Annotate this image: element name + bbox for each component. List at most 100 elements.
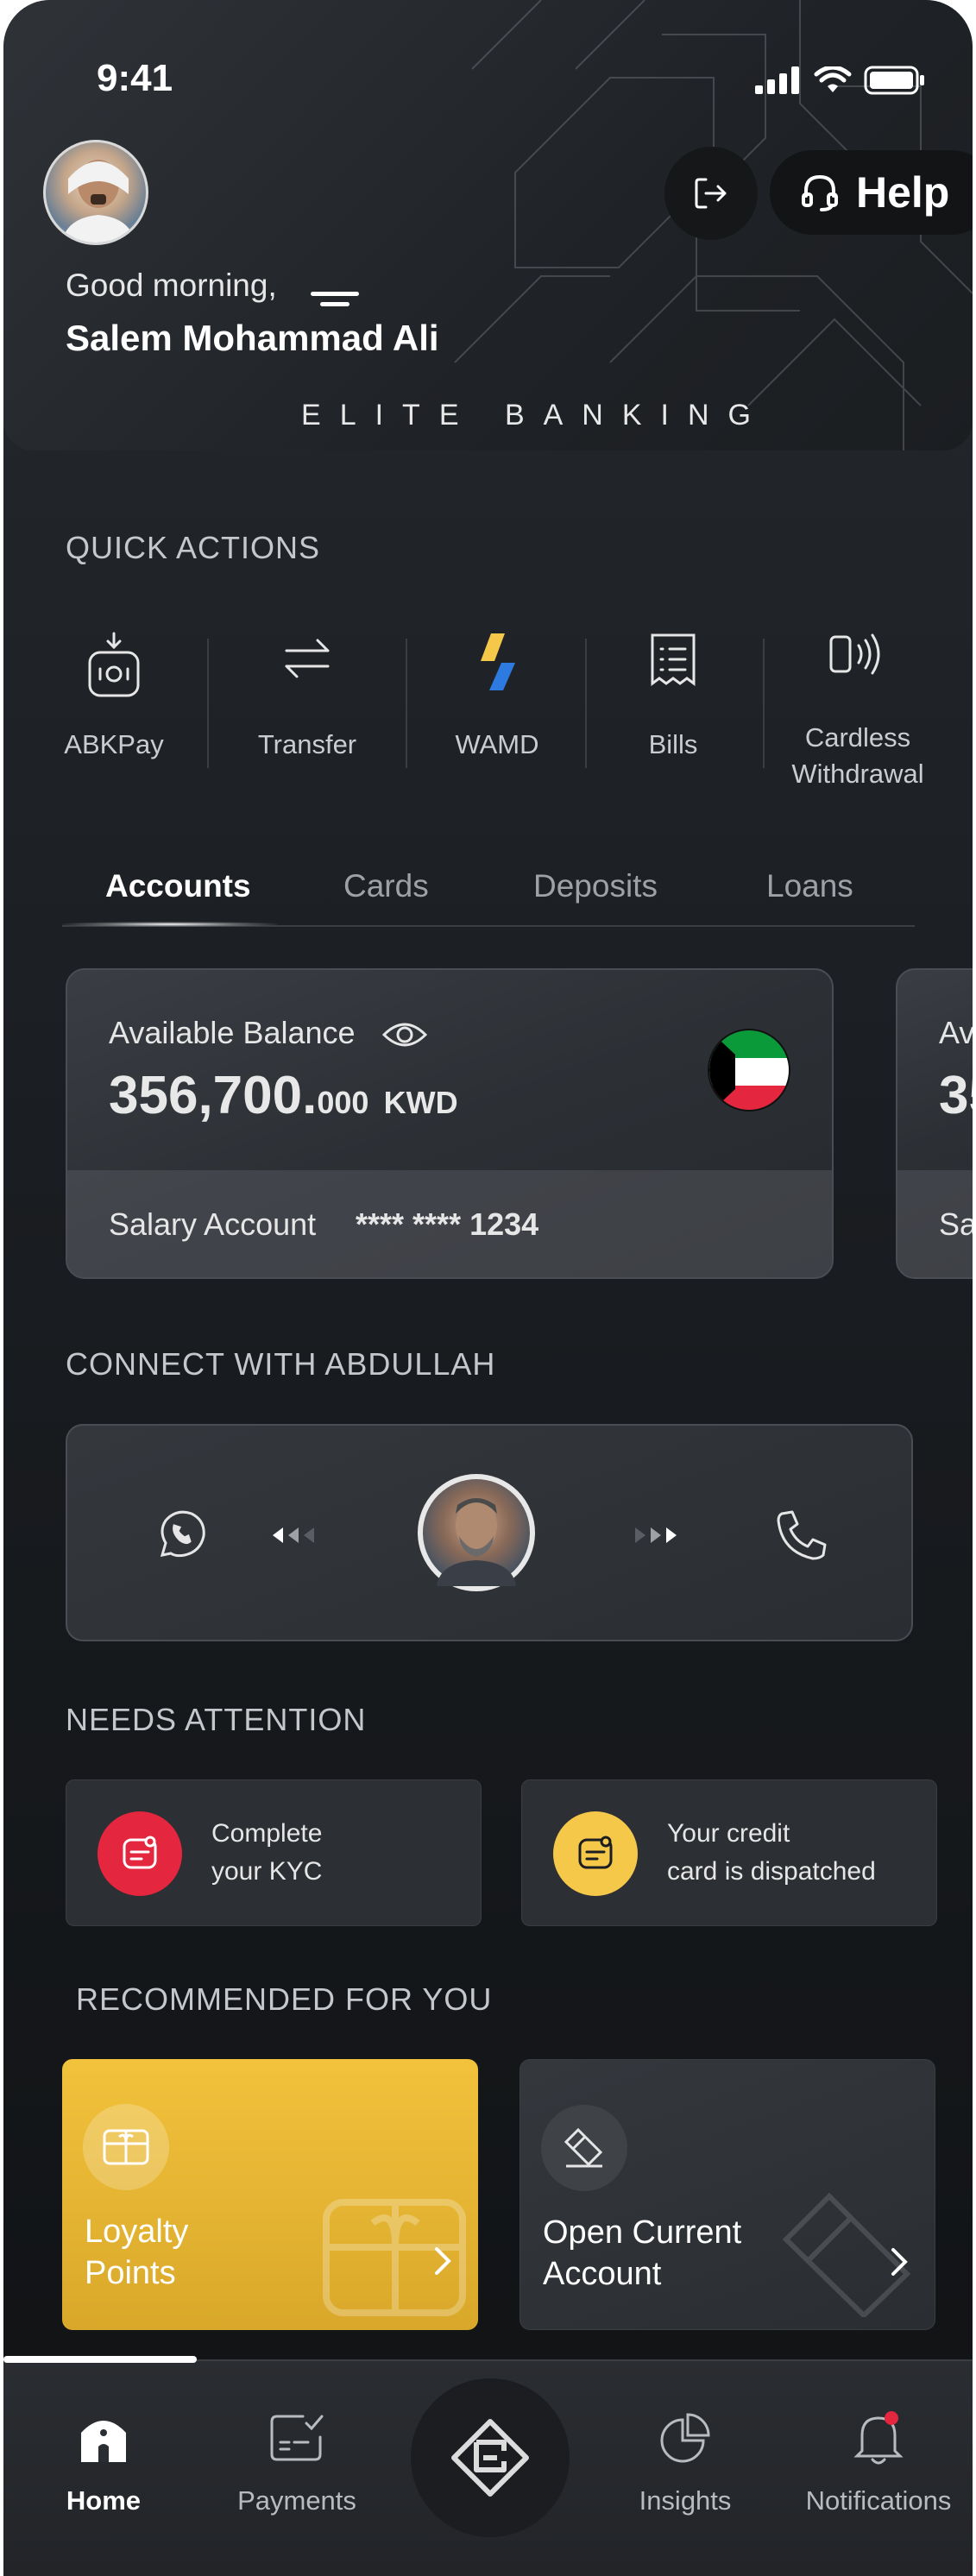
nav-label: Insights xyxy=(639,2485,732,2516)
quick-action-transfer[interactable]: Transfer xyxy=(221,632,394,763)
recommended-line: Open Current xyxy=(543,2214,742,2251)
account-card[interactable]: Available Balance 356,700.000 KWD Salary… xyxy=(66,968,834,1279)
recommended-title-text: Open Current Account xyxy=(543,2212,741,2295)
gift-card-icon xyxy=(83,2104,169,2190)
tab-loans[interactable]: Loans xyxy=(766,868,853,904)
kuwait-flag-icon xyxy=(708,1029,790,1112)
recommended-loyalty-points[interactable]: Loyalty Points xyxy=(62,2059,478,2330)
header: 9:41 Good morning, Salem Mohammad Ali EL… xyxy=(3,0,973,450)
account-number: **** **** 1234 xyxy=(356,1206,539,1242)
help-label: Help xyxy=(856,168,950,217)
relationship-manager-avatar[interactable] xyxy=(418,1474,535,1591)
divider xyxy=(763,639,765,768)
transfer-icon xyxy=(285,639,330,678)
headset-icon xyxy=(802,174,838,211)
tab-active-indicator xyxy=(62,922,278,927)
attention-line: Your credit xyxy=(667,1819,790,1848)
attention-text: Complete your KYC xyxy=(211,1815,322,1891)
phone-icon[interactable] xyxy=(775,1508,828,1562)
center-action-button[interactable] xyxy=(411,2378,570,2537)
kyc-icon xyxy=(98,1811,182,1896)
tab-accounts[interactable]: Accounts xyxy=(105,868,251,904)
tab-cards[interactable]: Cards xyxy=(343,868,429,904)
pie-chart-icon xyxy=(660,2413,710,2463)
payments-icon xyxy=(270,2415,324,2461)
attention-text: Your credit card is dispatched xyxy=(667,1815,876,1891)
account-card-icon xyxy=(541,2105,627,2191)
balance-main: 356,700. xyxy=(109,1066,318,1125)
recommended-title-text: Loyalty Points xyxy=(85,2211,188,2294)
status-icons xyxy=(755,66,926,95)
attention-title: NEEDS ATTENTION xyxy=(66,1702,367,1737)
quick-actions-title: QUICK ACTIONS xyxy=(66,530,321,565)
whatsapp-icon[interactable] xyxy=(154,1507,209,1562)
attention-line: card is dispatched xyxy=(667,1857,876,1886)
home-icon xyxy=(81,2421,126,2462)
available-balance-label: Available Balance xyxy=(109,1015,428,1052)
eye-icon[interactable] xyxy=(381,1017,428,1052)
bell-icon xyxy=(853,2411,904,2465)
quick-action-label: Bills xyxy=(648,729,698,759)
battery-icon xyxy=(864,66,924,95)
quick-action-label: Withdrawal xyxy=(791,759,924,789)
recommended-line: Account xyxy=(543,2256,662,2292)
app-screen: 9:41 Good morning, Salem Mohammad Ali EL… xyxy=(3,0,973,2576)
nav-insights[interactable]: Insights xyxy=(590,2404,780,2516)
attention-card-kyc[interactable]: Complete your KYC xyxy=(66,1779,482,1926)
balance-fraction: 000 xyxy=(317,1085,369,1120)
balance-amount: 356,700.000 KWD xyxy=(109,1065,458,1126)
quick-action-abkpay[interactable]: ABKPay xyxy=(28,632,200,763)
quick-action-label: Transfer xyxy=(257,729,357,759)
account-name: Salary Account xyxy=(109,1206,317,1242)
user-avatar[interactable] xyxy=(43,140,148,245)
quick-action-wamd[interactable]: WAMD xyxy=(411,632,583,763)
account-name: Sal xyxy=(939,1206,973,1242)
chevron-right-icon xyxy=(435,2247,451,2275)
recommended-line: Loyalty xyxy=(85,2214,189,2250)
recommended-title: RECOMMENDED FOR YOU xyxy=(76,1981,493,2017)
pay-icon xyxy=(88,632,140,697)
greeting-text: Good morning, xyxy=(66,268,277,303)
nav-home[interactable]: Home xyxy=(9,2404,198,2516)
balance-label-text: Available Balance xyxy=(109,1015,356,1050)
card-dispatch-icon xyxy=(553,1811,638,1896)
attention-card-credit-card[interactable]: Your credit card is dispatched xyxy=(521,1779,937,1926)
abk-logo-icon xyxy=(451,2419,529,2497)
signal-icon xyxy=(755,66,799,94)
attention-line: Complete xyxy=(211,1819,323,1848)
nav-label: Notifications xyxy=(805,2485,952,2516)
logout-icon xyxy=(695,178,727,209)
quick-action-label: ABKPay xyxy=(64,729,164,759)
logout-button[interactable] xyxy=(664,147,758,240)
bottom-nav-active-indicator xyxy=(3,2356,197,2363)
contactless-icon xyxy=(829,633,880,675)
bill-icon xyxy=(651,633,696,686)
recommended-open-current-account[interactable]: Open Current Account xyxy=(519,2059,935,2330)
nav-label: Home xyxy=(66,2485,142,2516)
attention-line: your KYC xyxy=(211,1857,323,1886)
nav-payments[interactable]: Payments xyxy=(202,2404,392,2516)
quick-action-cardless-withdrawal[interactable]: Cardless Withdrawal xyxy=(771,632,944,792)
tab-deposits[interactable]: Deposits xyxy=(533,868,658,904)
tier-label: ELITE BANKING xyxy=(301,399,770,431)
status-time: 9:41 xyxy=(97,57,173,99)
swipe-right-arrows-icon xyxy=(635,1527,677,1543)
connect-panel xyxy=(66,1424,913,1641)
connect-title: CONNECT WITH ABDULLAH xyxy=(66,1346,496,1382)
quick-action-bills[interactable]: Bills xyxy=(587,632,759,763)
balance-currency: KWD xyxy=(383,1085,458,1120)
quick-action-label: Cardless xyxy=(804,722,911,753)
swipe-left-arrows-icon xyxy=(273,1527,314,1543)
balance-amount: 35 xyxy=(939,1066,973,1125)
nav-notifications[interactable]: Notifications xyxy=(784,2404,973,2516)
divider xyxy=(207,639,209,768)
account-card-next[interactable]: Ava 35 Sal xyxy=(896,968,973,1279)
help-button[interactable]: Help xyxy=(770,150,973,235)
balance-label-text: Ava xyxy=(939,1015,973,1050)
user-name: Salem Mohammad Ali xyxy=(66,318,439,358)
recommended-line: Points xyxy=(85,2255,176,2291)
wamd-logo xyxy=(481,633,515,690)
menu-lines-icon[interactable] xyxy=(311,292,359,312)
wifi-icon xyxy=(814,66,852,92)
nav-label: Payments xyxy=(237,2485,356,2516)
